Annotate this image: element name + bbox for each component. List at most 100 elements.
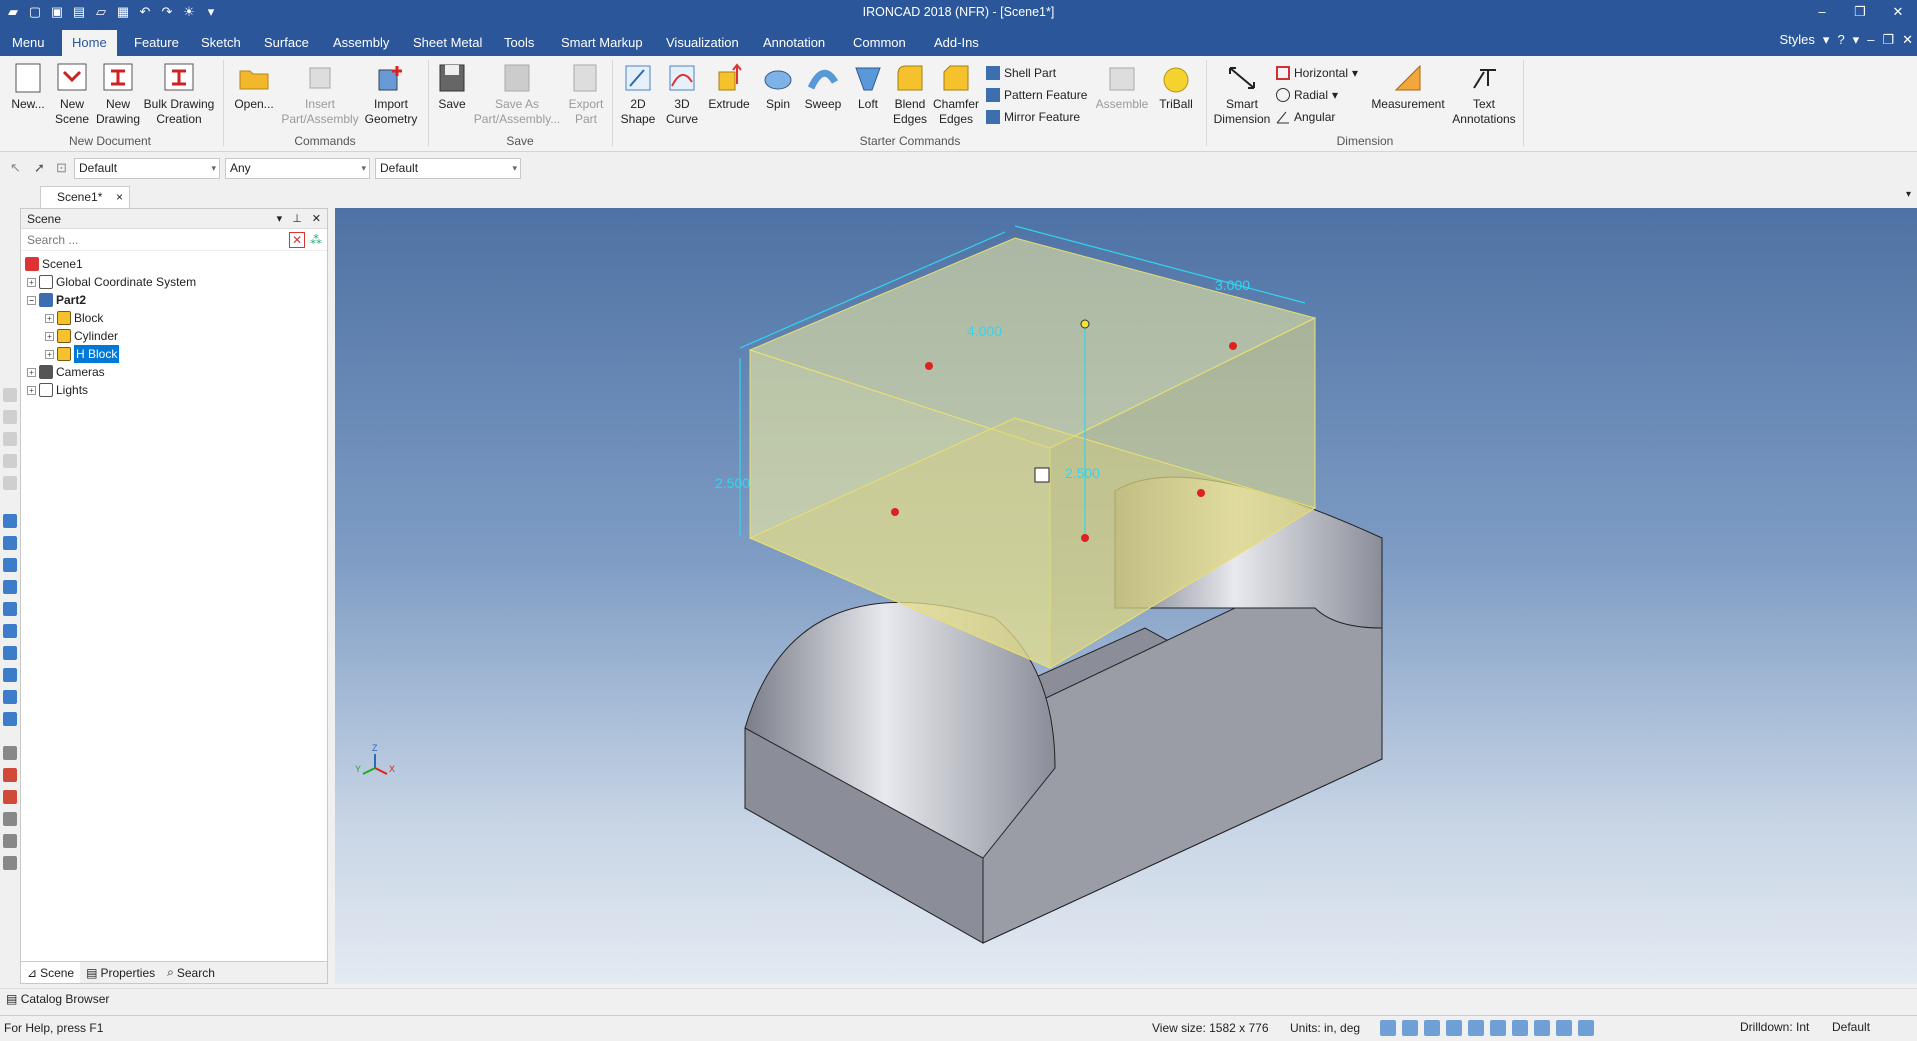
search-options-icon[interactable]: ⁂	[308, 232, 324, 248]
shape-icon[interactable]	[3, 712, 17, 726]
minimize-button[interactable]: –	[1803, 0, 1841, 26]
filter-combo[interactable]: Any ▾	[225, 158, 370, 179]
shape-icon[interactable]	[3, 668, 17, 682]
horizontal-dimension-button[interactable]: Horizontal ▾	[1276, 64, 1358, 82]
pin-icon[interactable]: ⊥	[292, 209, 302, 229]
tree-item-scene1[interactable]: Scene1	[25, 255, 83, 273]
ribbon-options-icon[interactable]: ▾	[1853, 32, 1860, 48]
view-icon[interactable]	[3, 410, 17, 424]
new-drawing-button[interactable]: New Drawing	[94, 62, 142, 127]
close-icon[interactable]: ✕	[312, 209, 321, 229]
tree-item-global-coordinate-system[interactable]: + Global Coordinate System	[27, 273, 196, 291]
tab-common[interactable]: Common	[843, 30, 916, 56]
smart-dimension-button[interactable]: Smart Dimension	[1212, 62, 1272, 127]
tool-icon[interactable]	[3, 768, 17, 782]
extrude-button[interactable]: Extrude	[706, 62, 752, 112]
blend-edges-button[interactable]: Blend Edges	[890, 62, 930, 127]
tab-home[interactable]: Home	[62, 30, 117, 56]
save-as-part-assembly-button[interactable]: Save As Part/Assembly...	[472, 62, 562, 127]
shape-icon[interactable]	[3, 536, 17, 550]
close-button[interactable]: ✕	[1879, 0, 1917, 26]
view-icon[interactable]	[1490, 1020, 1506, 1036]
style-status-combo[interactable]: Default	[1830, 1019, 1870, 1038]
sizebox-handle[interactable]	[925, 362, 933, 370]
tab-smart-markup[interactable]: Smart Markup	[551, 30, 653, 56]
doc-close-button[interactable]: ✕	[1902, 32, 1913, 48]
tab-menu[interactable]: Menu	[2, 30, 55, 56]
tool-icon[interactable]	[3, 746, 17, 760]
chevron-down-icon[interactable]: ▾	[277, 209, 283, 229]
clear-search-icon[interactable]: ✕	[289, 232, 305, 248]
material-combo[interactable]: Default ▾	[375, 158, 521, 179]
expand-icon[interactable]: +	[27, 277, 36, 287]
shell-part-button[interactable]: Shell Part	[986, 64, 1056, 82]
3d-curve-button[interactable]: 3D Curve	[662, 62, 702, 127]
sizebox-handle[interactable]	[1197, 489, 1205, 497]
chamfer-edges-button[interactable]: Chamfer Edges	[932, 62, 980, 127]
view-icon[interactable]	[1534, 1020, 1550, 1036]
angular-dimension-button[interactable]: Angular	[1276, 108, 1335, 126]
dimension-depth-label[interactable]: 3.000	[1215, 277, 1250, 293]
view-icon[interactable]	[1424, 1020, 1440, 1036]
tree-item-h-block[interactable]: + H Block	[45, 345, 120, 363]
expand-icon[interactable]: +	[45, 349, 54, 359]
view-icon[interactable]	[1512, 1020, 1528, 1036]
anchor-icon[interactable]	[1034, 467, 1050, 483]
tab-feature[interactable]: Feature	[124, 30, 189, 56]
3d-viewport[interactable]: 4.000 3.000 2.500 2.500 Z X Y	[335, 208, 1917, 984]
pointer-icon[interactable]	[1578, 1020, 1594, 1036]
doc-minimize-button[interactable]: –	[1867, 32, 1874, 48]
styles-dropdown-icon[interactable]: ▾	[1823, 32, 1830, 48]
expand-icon[interactable]: +	[45, 331, 54, 341]
open-button[interactable]: Open...	[230, 62, 278, 112]
triball-button[interactable]: TriBall	[1152, 62, 1200, 112]
tab-annotation[interactable]: Annotation	[753, 30, 835, 56]
tab-sheet-metal[interactable]: Sheet Metal	[403, 30, 492, 56]
shape-icon[interactable]	[3, 624, 17, 638]
catalog-browser-bar[interactable]: ▤ Catalog Browser	[0, 988, 1917, 1008]
measurement-button[interactable]: Measurement	[1368, 62, 1448, 112]
drilldown-combo[interactable]: Drilldown: Int	[1738, 1019, 1809, 1038]
import-geometry-button[interactable]: Import Geometry	[362, 62, 420, 127]
close-icon[interactable]: ×	[116, 187, 123, 207]
tab-assembly[interactable]: Assembly	[323, 30, 399, 56]
sizebox-handle[interactable]	[1080, 319, 1090, 329]
tab-tools[interactable]: Tools	[494, 30, 544, 56]
shape-icon[interactable]	[3, 514, 17, 528]
sizebox-handle[interactable]	[1081, 534, 1089, 542]
maximize-button[interactable]: ❐	[1841, 0, 1879, 26]
expand-icon[interactable]: +	[27, 385, 36, 395]
styles-menu[interactable]: Styles	[1780, 32, 1815, 48]
filter-icon[interactable]: ⊡	[56, 160, 67, 176]
save-button[interactable]: Save	[432, 62, 472, 112]
assemble-button[interactable]: Assemble	[1094, 62, 1150, 112]
tab-sketch[interactable]: Sketch	[191, 30, 251, 56]
expand-icon[interactable]: +	[27, 367, 36, 377]
tab-properties[interactable]: ▤ Properties	[80, 962, 161, 983]
doc-restore-button[interactable]: ❐	[1882, 32, 1894, 48]
view-icon[interactable]	[3, 388, 17, 402]
zoom-icon[interactable]	[1380, 1020, 1396, 1036]
2d-shape-button[interactable]: 2D Shape	[616, 62, 660, 127]
shape-icon[interactable]	[3, 690, 17, 704]
shape-icon[interactable]	[3, 558, 17, 572]
tab-surface[interactable]: Surface	[254, 30, 319, 56]
tool-icon[interactable]	[3, 856, 17, 870]
scene-canvas[interactable]: 4.000 3.000 2.500 2.500 Z X Y	[335, 208, 1917, 984]
tab-scene1[interactable]: Scene1* ×	[40, 186, 130, 208]
view-icon[interactable]	[3, 476, 17, 490]
loft-button[interactable]: Loft	[848, 62, 888, 112]
export-part-button[interactable]: Export Part	[564, 62, 608, 127]
tab-scene[interactable]: ⊿ Scene	[21, 962, 81, 983]
shape-icon[interactable]	[3, 602, 17, 616]
dimension-width-label[interactable]: 4.000	[967, 323, 1002, 339]
zoom-box-icon[interactable]	[1402, 1020, 1418, 1036]
view-icon[interactable]	[3, 432, 17, 446]
dimension-height-label[interactable]: 2.500	[1065, 465, 1100, 481]
tool-icon[interactable]	[3, 812, 17, 826]
view-icon[interactable]	[1468, 1020, 1484, 1036]
text-annotations-button[interactable]: Text Annotations	[1450, 62, 1518, 127]
shape-icon[interactable]	[3, 646, 17, 660]
tree-item-cameras[interactable]: + Cameras	[27, 363, 105, 381]
tree-item-cylinder[interactable]: + Cylinder	[45, 327, 118, 345]
